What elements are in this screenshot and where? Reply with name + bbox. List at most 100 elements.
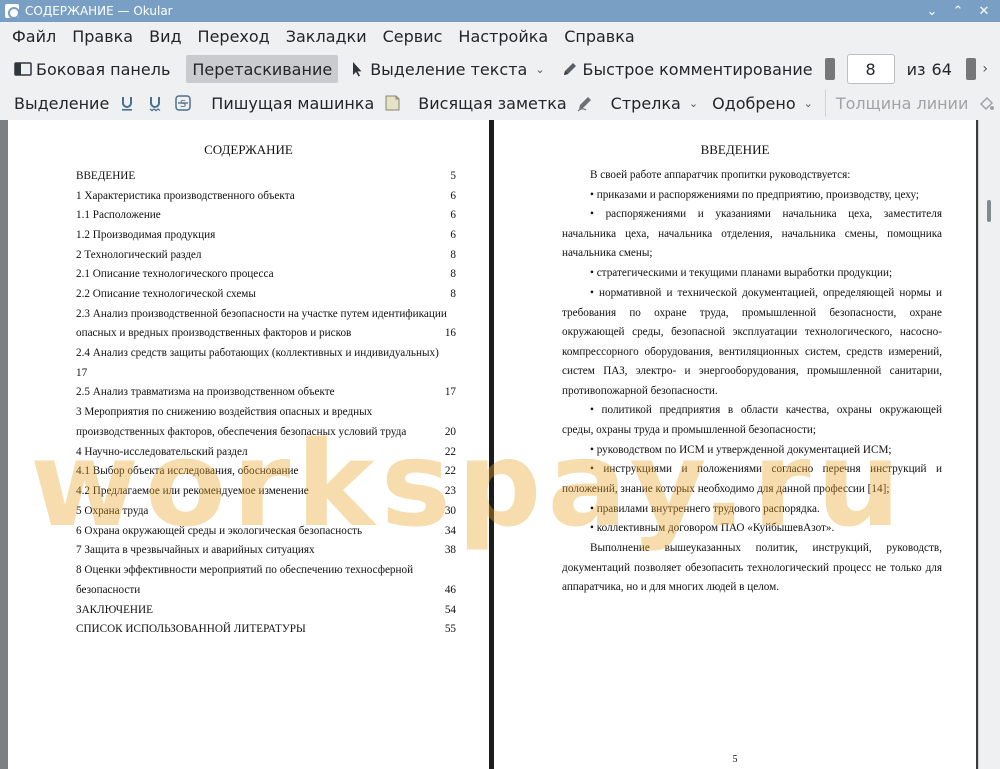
toc-entry[interactable]: СПИСОК ИСПОЛЬЗОВАННОЙ ЛИТЕРАТУРЫ 55	[76, 623, 456, 635]
toc-entry[interactable]: 1.2 Производимая продукция 6	[76, 229, 456, 241]
svg-text:S: S	[180, 99, 186, 110]
chevron-down-icon[interactable]: ⌄	[535, 63, 544, 76]
color-fill-icon	[977, 94, 995, 112]
freehand-button[interactable]	[573, 89, 601, 117]
toc-entry[interactable]: 5 Охрана труда 30	[76, 505, 456, 517]
typewriter-label: Пишущая машинка	[211, 93, 375, 113]
toc-entry[interactable]: 4 Научно-исследовательский раздел 22	[76, 446, 456, 458]
menu-edit[interactable]: Правка	[64, 22, 141, 52]
highlight-button[interactable]: Выделение	[8, 89, 115, 117]
sidebar-button[interactable]: Боковая панель	[8, 55, 176, 83]
squiggly-button[interactable]	[143, 89, 171, 117]
close-icon[interactable]: ✕	[976, 4, 992, 19]
main-toolbar: Боковая панель Перетаскивание Выделение …	[0, 52, 1000, 86]
toc-entry[interactable]: 8 Оценки эффективности мероприятий по об…	[76, 564, 456, 576]
chevron-down-icon[interactable]: ⌄	[804, 97, 813, 110]
text-selection-label: Выделение текста	[370, 59, 528, 79]
toc-entry[interactable]: 3 Мероприятия по снижению воздействия оп…	[76, 406, 456, 418]
chevron-down-icon[interactable]: ⌄	[689, 97, 698, 110]
pen-icon	[561, 60, 579, 78]
browse-tool-button[interactable]: Перетаскивание	[186, 55, 339, 83]
strikeout-icon: S	[174, 94, 192, 112]
toc-entry[interactable]: 17	[76, 367, 456, 379]
paragraph: • правилами внутреннего трудового распор…	[590, 503, 820, 515]
paragraph: • руководством по ИСМ и утвержденной док…	[590, 444, 892, 456]
popup-note-button[interactable]: Висящая заметка	[412, 89, 572, 117]
highlight-label: Выделение	[14, 93, 110, 113]
arrow-button[interactable]: Стрелка ⌄	[605, 89, 704, 117]
quick-annotations-label: Быстрое комментирование	[582, 59, 813, 79]
document-view[interactable]: СОДЕРЖАНИЕ ВВЕДЕНИЕ 5 1 Характеристика пр…	[0, 120, 1000, 769]
paragraph: • политикой предприятия в области качест…	[562, 404, 942, 436]
menu-view[interactable]: Вид	[141, 22, 189, 52]
cursor-icon	[348, 60, 366, 78]
page-number: 5	[732, 754, 738, 765]
toc-entry[interactable]: 2.5 Анализ травматизма на производственн…	[76, 386, 456, 398]
line-width-button[interactable]: Толщина линии	[824, 89, 975, 117]
toc-entry[interactable]: 4.1 Выбор объекта исследования, обоснова…	[76, 465, 456, 477]
stamp-button[interactable]: Одобрено ⌄	[706, 89, 819, 117]
page-total: 64	[931, 59, 952, 79]
color-button[interactable]	[974, 89, 1000, 117]
window-controls: ⌄ ⌃ ✕	[924, 4, 1000, 19]
toc-entry[interactable]: 4.2 Предлагаемое или рекомендуемое измен…	[76, 485, 456, 497]
stamp-label: Одобрено	[712, 93, 796, 113]
page-left: СОДЕРЖАНИЕ ВВЕДЕНИЕ 5 1 Характеристика пр…	[8, 120, 489, 769]
toc-entry[interactable]: 2.4 Анализ средств защиты работающих (ко…	[76, 347, 456, 359]
toc-entry[interactable]: 6 Охрана окружающей среды и экологическа…	[76, 525, 456, 537]
toc-title: СОДЕРЖАНИЕ	[204, 142, 293, 157]
paragraph: • приказами и распоряжениями по предприя…	[590, 189, 920, 201]
squiggly-underline-icon	[146, 94, 164, 112]
menu-help[interactable]: Справка	[556, 22, 643, 52]
page-number-input[interactable]	[846, 54, 895, 84]
toc-entry[interactable]: 2.2 Описание технологической схемы 8	[76, 288, 456, 300]
sidebar-icon	[14, 60, 32, 78]
maximize-icon[interactable]: ⌃	[950, 4, 966, 19]
paragraph: • нормативной и технической документацие…	[562, 287, 942, 397]
toc-entry[interactable]: ВВЕДЕНИЕ 5	[76, 170, 456, 182]
paragraph: Выполнение вышеуказанных политик, инстру…	[562, 542, 942, 594]
toc-entry[interactable]: ЗАКЛЮЧЕНИЕ 54	[76, 604, 456, 616]
menu-go[interactable]: Переход	[190, 22, 278, 52]
annotation-toolbar: Выделение S Пишущая машинка Висящая заме…	[0, 86, 1000, 120]
popup-note-label: Висящая заметка	[418, 93, 567, 113]
note-icon	[383, 94, 401, 112]
page-right: ВВЕДЕНИЕ В своей работе аппаратчик пропи…	[494, 120, 976, 769]
intro-title: ВВЕДЕНИЕ	[700, 142, 770, 157]
toc-entry[interactable]: 1 Характеристика производственного объек…	[76, 190, 456, 202]
scrollbar-thumb[interactable]	[987, 200, 991, 222]
menu-bookmarks[interactable]: Закладки	[278, 22, 375, 52]
toc-entry[interactable]: производственных факторов, обеспечения б…	[76, 426, 456, 438]
strikeout-button[interactable]: S	[171, 89, 199, 117]
vertical-scrollbar[interactable]	[978, 120, 1000, 769]
page-of-label: из	[906, 59, 926, 79]
toc-entry[interactable]: безопасности 46	[76, 584, 456, 596]
okular-app-icon	[5, 4, 20, 19]
toc-entry[interactable]: 2.1 Описание технологического процесса 8	[76, 268, 456, 280]
page-down-icon[interactable]	[965, 58, 976, 80]
underline-button[interactable]	[115, 89, 143, 117]
title-bar: СОДЕРЖАНИЕ — Okular ⌄ ⌃ ✕	[0, 0, 1000, 22]
toc-entry[interactable]: 2.3 Анализ производственной безопасности…	[76, 308, 456, 320]
menu-file[interactable]: Файл	[4, 22, 64, 52]
toc-entry[interactable]: 1.1 Расположение 6	[76, 209, 456, 221]
toc-entry[interactable]: 2 Технологический раздел 8	[76, 249, 456, 261]
toolbar-overflow-icon[interactable]: ›	[982, 61, 988, 77]
menu-settings[interactable]: Настройка	[450, 22, 556, 52]
menu-bar: Файл Правка Вид Переход Закладки Сервис …	[0, 22, 1000, 52]
paragraph: • коллективным договором ПАО «КуйбышевАз…	[590, 522, 835, 534]
paragraph: • стратегическими и текущими планами выр…	[590, 267, 893, 279]
note-icon-button[interactable]	[380, 89, 408, 117]
menu-tools[interactable]: Сервис	[375, 22, 451, 52]
paragraph: • инструкциями и положениями согласно пе…	[562, 463, 942, 495]
toc-entry[interactable]: опасных и вредных производственных факто…	[76, 327, 456, 339]
line-width-label: Толщина линии	[835, 93, 969, 113]
paragraph: • распоряжениями и указаниями начальника…	[562, 208, 942, 260]
text-selection-button[interactable]: Выделение текста ⌄	[342, 55, 550, 83]
page-up-icon[interactable]	[824, 58, 835, 80]
minimize-icon[interactable]: ⌄	[924, 4, 940, 19]
typewriter-button[interactable]: Пишущая машинка	[205, 89, 380, 117]
ink-pen-icon	[576, 94, 594, 112]
toc-entry[interactable]: 7 Защита в чрезвычайных и аварийных ситу…	[76, 544, 456, 556]
quick-annotations-button[interactable]: Быстрое комментирование	[555, 55, 819, 83]
